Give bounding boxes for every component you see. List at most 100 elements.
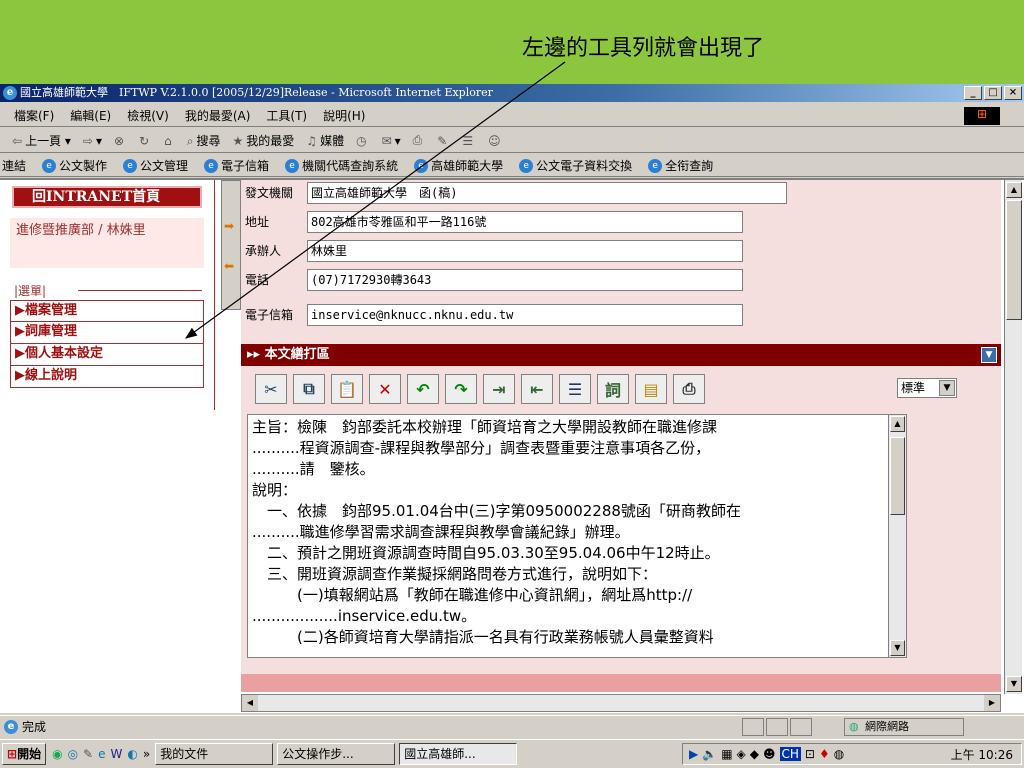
menu-item-file-management[interactable]: ▶檔案管理 [10, 300, 204, 322]
printer-icon[interactable]: ⎙ [673, 374, 705, 404]
clipboard-icon[interactable]: ▤ [635, 374, 667, 404]
horizontal-scrollbar[interactable]: ◀ ▶ [241, 694, 1001, 712]
link-item[interactable]: e 高雄師範大學 [414, 157, 503, 174]
start-button[interactable]: ⊞開始 [2, 743, 47, 765]
undo-icon[interactable]: ↶ [407, 374, 439, 404]
maximize-button[interactable]: □ [984, 86, 1002, 100]
taskbar-button[interactable]: 我的文件 [155, 743, 274, 765]
menu-favorites[interactable]: 我的最愛(A) [185, 107, 251, 124]
scroll-down-icon[interactable]: ▼ [1006, 676, 1022, 692]
forward-button[interactable]: ⇨ ▾ [83, 134, 102, 148]
menu-edit[interactable]: 編輯(E) [70, 107, 111, 124]
refresh-button[interactable]: ↻ [139, 134, 152, 148]
volume-icon[interactable]: 🔈 [702, 747, 717, 761]
scroll-up-icon[interactable]: ▲ [890, 416, 905, 432]
menu-file[interactable]: 檔案(F) [14, 107, 54, 124]
tray-icon[interactable]: ◆ [750, 747, 759, 761]
document-body-editor[interactable]: 主旨：檢陳 鈞部委託本校辦理「師資培育之大學開設教師在職進修課 ........… [247, 414, 907, 658]
home-button[interactable]: ⌂ [164, 134, 175, 148]
paste-icon[interactable]: 📋 [331, 374, 363, 404]
scroll-right-icon[interactable]: ▶ [984, 695, 1000, 711]
network-icon[interactable]: ▦ [721, 747, 732, 761]
collapse-icon[interactable]: ▼ [981, 347, 997, 363]
taskbar-button[interactable]: 公文操作步... [277, 743, 396, 765]
mail-button[interactable]: ✉ ▾ [382, 134, 401, 148]
tray-icon[interactable]: ☻ [763, 747, 776, 761]
arrow-right-icon[interactable]: ➡ [224, 219, 234, 233]
tray-icon[interactable]: ▶ [689, 747, 698, 761]
search-button[interactable]: ⌕ 搜尋 [187, 132, 221, 149]
ime-icon[interactable]: CH [779, 747, 801, 761]
delete-icon[interactable]: ✕ [369, 374, 401, 404]
quicklaunch-icon[interactable]: ◎ [68, 747, 78, 761]
media-button[interactable]: ♫ 媒體 [306, 132, 344, 149]
indent-icon[interactable]: ⇥ [483, 374, 515, 404]
email-field[interactable]: inservice@nknucc.nknu.edu.tw [307, 304, 743, 326]
chevron-down-icon[interactable]: ▼ [939, 380, 955, 396]
menu-tools[interactable]: 工具(T) [266, 107, 307, 124]
back-button[interactable]: ⇦ 上一頁 ▾ [12, 132, 71, 149]
toolbar-toggle-tab[interactable]: ➡ ⬅ [221, 180, 241, 310]
minimize-button[interactable]: _ [964, 86, 982, 100]
print-button[interactable]: ⎙ [413, 133, 426, 148]
phone-field[interactable]: (07)7172930轉3643 [307, 269, 743, 291]
ie-quicklaunch-icon[interactable]: e [98, 747, 105, 761]
scroll-left-icon[interactable]: ◀ [242, 695, 258, 711]
editor-toolbar: ✂ ⧉ 📋 ✕ ↶ ↷ ⇥ ⇤ ☰ 詞 ▤ ⎙ [255, 374, 705, 404]
word-icon[interactable]: W [111, 747, 123, 761]
quicklaunch-icon[interactable]: ✎ [83, 747, 93, 761]
link-item[interactable]: e 電子信箱 [204, 157, 269, 174]
tray-icon[interactable]: ⊡ [805, 747, 815, 761]
taskbar-button[interactable]: 國立高雄師... [399, 743, 518, 765]
handler-field[interactable]: 林姝里 [307, 240, 743, 262]
link-item[interactable]: e 機關代碼查詢系統 [285, 157, 398, 174]
issuer-field[interactable]: 國立高雄師範大學 函(稿) [307, 182, 787, 204]
favorites-button[interactable]: ★ 我的最愛 [233, 132, 295, 149]
link-item[interactable]: e 全衔查詢 [648, 157, 713, 174]
link-item[interactable]: e 公文管理 [123, 157, 188, 174]
numbered-list-icon[interactable]: ☰ [559, 374, 591, 404]
menu-item-personal-settings[interactable]: ▶個人基本設定 [10, 344, 204, 366]
redo-icon[interactable]: ↷ [445, 374, 477, 404]
edit-button[interactable]: ✎ [437, 134, 450, 148]
messenger-button[interactable]: ☺ [488, 134, 504, 148]
ie-page-icon: e [414, 158, 429, 173]
link-item[interactable]: e 公文電子資料交換 [519, 157, 632, 174]
editor-line: ..........職進修學習需求調查課程與教學會議紀錄」辦理。 [252, 523, 630, 541]
menu-item-online-help[interactable]: ▶線上說明 [10, 366, 204, 388]
arrow-left-icon[interactable]: ⬅ [224, 259, 234, 273]
chevron-more-icon[interactable]: » [143, 747, 150, 761]
scroll-down-icon[interactable]: ▼ [890, 640, 905, 656]
editor-scrollbar[interactable]: ▲ ▼ [888, 415, 906, 657]
history-button[interactable]: ◷ [356, 134, 369, 148]
menu-item-phrase-library[interactable]: ▶詞庫管理 [10, 322, 204, 344]
tray-icon[interactable]: ◍ [834, 747, 844, 761]
tray-icon[interactable]: ♦ [819, 747, 830, 761]
stop-icon: ⊗ [114, 133, 125, 148]
scroll-thumb[interactable] [1006, 200, 1022, 320]
copy-icon[interactable]: ⧉ [293, 374, 325, 404]
link-item[interactable]: e 公文製作 [42, 157, 107, 174]
stop-button[interactable]: ⊗ [114, 134, 127, 148]
discuss-button[interactable]: ☰ [462, 134, 476, 148]
side-menu: ▶檔案管理 ▶詞庫管理 ▶個人基本設定 ▶線上說明 [10, 300, 204, 388]
close-button[interactable]: × [1004, 86, 1022, 100]
favorites-icon: ★ [232, 134, 244, 148]
cut-icon[interactable]: ✂ [255, 374, 287, 404]
menu-view[interactable]: 檢視(V) [127, 107, 169, 124]
windows-logo-icon: ⊞ [964, 107, 1000, 125]
footer-bar [241, 674, 1001, 692]
editor-line: (二)各師資培育大學請指派一名具有行政業務帳號人員彙整資料 [252, 628, 714, 646]
scroll-thumb[interactable] [890, 437, 905, 515]
outdent-icon[interactable]: ⇤ [521, 374, 553, 404]
quicklaunch-icon[interactable]: ◐ [127, 747, 137, 761]
style-select[interactable]: 標準 ▼ [897, 378, 957, 398]
tray-icon[interactable]: ◈ [737, 747, 746, 761]
menu-help[interactable]: 說明(H) [323, 107, 365, 124]
intranet-home-button[interactable]: 回INTRANET首頁 [12, 186, 202, 208]
scroll-up-icon[interactable]: ▲ [1006, 182, 1022, 198]
address-field[interactable]: 802高雄市苓雅區和平一路116號 [307, 211, 743, 233]
vertical-scrollbar[interactable]: ▲ ▼ [1004, 180, 1022, 694]
quicklaunch-icon[interactable]: ◉ [52, 747, 62, 761]
phrase-icon[interactable]: 詞 [597, 374, 629, 404]
